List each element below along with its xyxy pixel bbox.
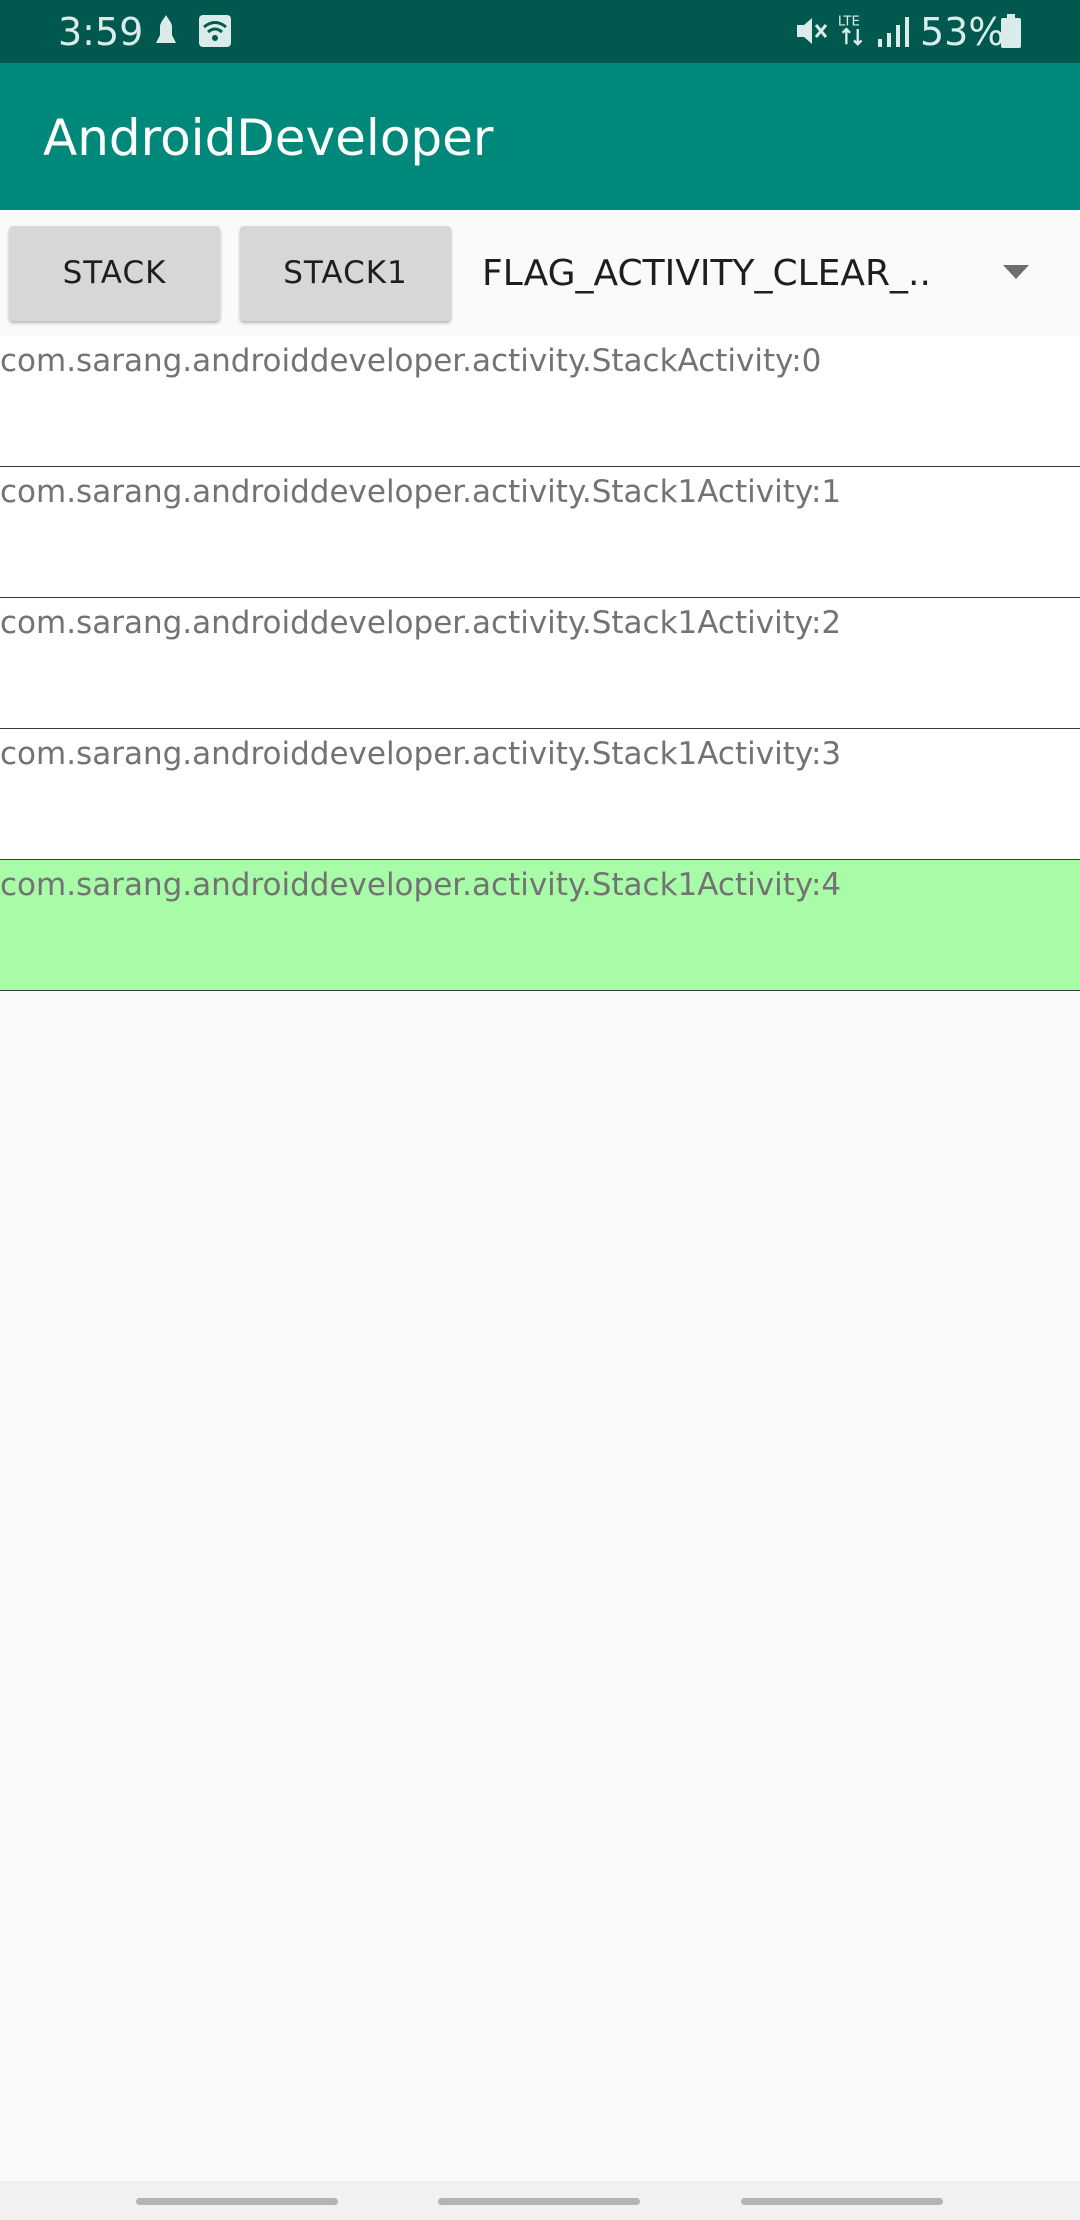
status-bar: 3:59 LTE 53% bbox=[0, 0, 1080, 63]
list-item-selected[interactable]: com.sarang.androiddeveloper.activity.Sta… bbox=[0, 860, 1080, 991]
nav-back-handle[interactable] bbox=[741, 2198, 943, 2205]
battery-percent: 53% bbox=[920, 10, 1005, 54]
list-item[interactable]: com.sarang.androiddeveloper.activity.Sta… bbox=[0, 467, 1080, 598]
list-item-label: com.sarang.androiddeveloper.activity.Sta… bbox=[0, 474, 842, 510]
list-item[interactable]: com.sarang.androiddeveloper.activity.Sta… bbox=[0, 336, 1080, 467]
activity-stack-list: com.sarang.androiddeveloper.activity.Sta… bbox=[0, 336, 1080, 991]
list-item-label: com.sarang.androiddeveloper.activity.Sta… bbox=[0, 605, 842, 641]
app-title: AndroidDeveloper bbox=[43, 109, 494, 167]
stack1-button[interactable]: STACK1 bbox=[240, 226, 451, 321]
flag-spinner-value: FLAG_ACTIVITY_CLEAR_.. bbox=[482, 253, 931, 294]
controls-row: STACK STACK1 FLAG_ACTIVITY_CLEAR_.. bbox=[0, 210, 1080, 336]
navigation-bar bbox=[0, 2181, 1080, 2220]
stack-button[interactable]: STACK bbox=[9, 226, 220, 321]
lte-icon: LTE bbox=[838, 14, 863, 46]
nav-home-handle[interactable] bbox=[438, 2198, 640, 2205]
notification-icon bbox=[156, 15, 176, 43]
wifi-icon bbox=[199, 15, 231, 47]
list-item-label: com.sarang.androiddeveloper.activity.Sta… bbox=[0, 343, 822, 379]
list-item-label: com.sarang.androiddeveloper.activity.Sta… bbox=[0, 736, 842, 772]
flag-spinner[interactable]: FLAG_ACTIVITY_CLEAR_.. bbox=[462, 226, 1062, 321]
battery-icon bbox=[1001, 14, 1021, 48]
lte-label: LTE bbox=[838, 14, 860, 29]
signal-icon bbox=[878, 17, 909, 47]
list-item[interactable]: com.sarang.androiddeveloper.activity.Sta… bbox=[0, 729, 1080, 860]
app-bar: AndroidDeveloper bbox=[0, 63, 1080, 210]
nav-recents-handle[interactable] bbox=[136, 2198, 338, 2205]
list-item[interactable]: com.sarang.androiddeveloper.activity.Sta… bbox=[0, 598, 1080, 729]
status-time: 3:59 bbox=[58, 10, 144, 54]
dropdown-arrow-icon bbox=[1003, 265, 1029, 279]
mute-icon bbox=[797, 18, 828, 44]
list-item-label: com.sarang.androiddeveloper.activity.Sta… bbox=[0, 867, 842, 903]
